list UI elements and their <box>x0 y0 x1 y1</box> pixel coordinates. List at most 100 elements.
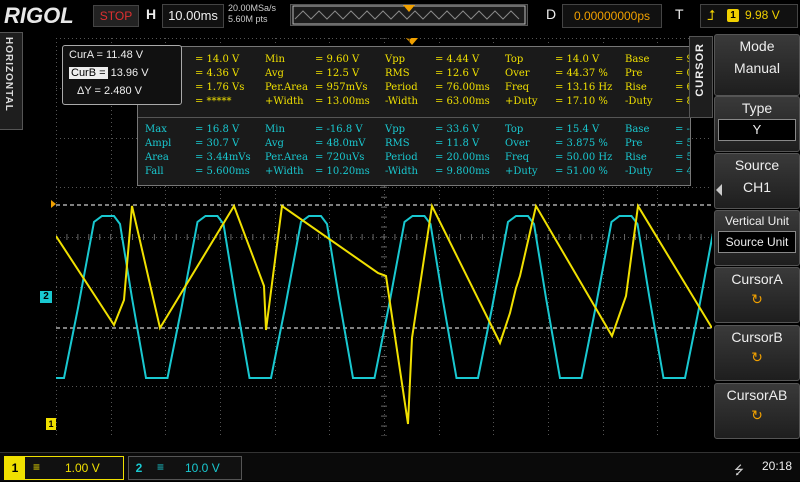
ch1-measure-cell: = 76.00ms <box>435 82 490 93</box>
trigger-time-marker-label: T <box>407 38 412 45</box>
rigol-logo: RIGOL <box>4 3 74 28</box>
ch2-measure-cell: Min <box>265 124 285 135</box>
ch1-measure-cell: Over <box>505 68 530 79</box>
ch1-number: 1 <box>5 457 25 479</box>
ch1-measure-cell: +Width <box>265 96 304 107</box>
trigger-level: 9.98 V <box>745 8 780 22</box>
ch1-measure-cell: = 4.44 V <box>435 54 480 65</box>
ch2-measure-cell: = -15. <box>675 124 690 135</box>
delay-value[interactable]: 0.00000000ps <box>562 4 662 28</box>
ch2-measure-cell: = 33.6 V <box>435 124 480 135</box>
ch2-measure-cell: +Width <box>265 166 304 177</box>
mode-value: Manual <box>734 60 780 76</box>
dc-coupling-icon: ≡ <box>33 460 41 474</box>
ch2-status[interactable]: 2 ≡ 10.0 V <box>128 456 242 480</box>
sample-info: 20.00MSa/s 5.60M pts <box>228 3 276 25</box>
measurement-panel: = 14.0 V Min = 9.60 V Vpp = 4.44 V Top = 14.0 … <box>137 46 691 186</box>
ch1-measure-cell: = 13.16 Hz <box>555 82 613 93</box>
ch1-measure-cell: Period <box>385 82 418 93</box>
ch2-measure-cell: = 9.800ms <box>435 166 490 177</box>
ch2-measure-cell: Area <box>145 152 169 163</box>
ch1-measure-cell: RMS <box>385 68 410 79</box>
sample-rate: 20.00MSa/s <box>228 3 277 13</box>
ch2-measure-cell: = 20.00ms <box>435 152 490 163</box>
trigger-settings[interactable]: ⮥ 1 9.98 V <box>700 4 798 28</box>
memory-overview-strip[interactable] <box>290 4 528 26</box>
cursor-a-row: CurA = 11.48 V <box>69 47 143 63</box>
source-softkey[interactable]: Source CH1 <box>714 153 800 209</box>
ch2-measure-cell: = 51.00 % <box>555 166 608 177</box>
type-value: Y <box>718 119 796 141</box>
ch2-measure-cell: Per.Area <box>265 152 308 163</box>
cursor-b-softkey[interactable]: CursorB ↻ <box>714 325 800 381</box>
ch2-measure-cell: Base <box>625 124 650 135</box>
ch2-number: 2 <box>129 457 149 479</box>
ch2-measure-cell: Pre <box>625 138 643 149</box>
vertical-unit-value: Source Unit <box>718 231 796 253</box>
ch2-measure-cell: = 48.0mV <box>315 138 366 149</box>
cursor-ab-softkey[interactable]: CursorAB ↻ <box>714 383 800 439</box>
ch2-measure-cell: Max <box>145 124 167 135</box>
dc-coupling-icon: ≡ <box>157 460 165 474</box>
ch2-measure-cell: = 16.8 V <box>195 124 240 135</box>
horizontal-label: H <box>146 6 157 22</box>
ch2-measure-cell: Period <box>385 152 418 163</box>
run-stop-indicator[interactable]: STOP <box>93 5 139 27</box>
ch2-measure-cell: Fall <box>145 166 164 177</box>
memory-depth: 5.60M pts <box>228 14 268 24</box>
trigger-label: T <box>675 6 684 22</box>
ch1-scale: 1.00 V <box>65 461 100 475</box>
usb-icon: ⭍ <box>734 463 744 477</box>
ch2-ground-marker[interactable]: 2 <box>40 291 52 303</box>
vertical-unit-label: Vertical Unit <box>724 214 790 228</box>
ch1-measure-cell: Vpp <box>385 54 406 65</box>
ch2-measure-cell: -Duty <box>625 166 653 177</box>
knob-icon: ↻ <box>751 407 763 423</box>
mode-softkey[interactable]: Mode Manual <box>714 34 800 96</box>
source-label: Source <box>734 157 780 173</box>
ch1-measure-cell: = 13.00ms <box>315 96 370 107</box>
type-softkey[interactable]: Type Y <box>714 96 800 152</box>
cursor-delta-label: ΔY = <box>77 85 101 97</box>
ch1-marker-label: 1 <box>48 419 54 429</box>
cursor-readout: CurA = 11.48 V CurB = 13.96 V ΔY = 2.480… <box>62 45 182 105</box>
ch1-measure-cell: = 44.37 % <box>555 68 608 79</box>
ch1-status[interactable]: 1 ≡ 1.00 V <box>4 456 124 480</box>
ch1-measure-cell: Rise <box>625 82 647 93</box>
cursor-menu-tab[interactable]: CURSOR <box>689 36 713 118</box>
left-arrow-icon <box>716 184 722 196</box>
ch1-measure-cell: Min <box>265 54 285 65</box>
ch2-measure-cell: = 50.00 Hz <box>555 152 613 163</box>
knob-icon: ↻ <box>751 291 763 307</box>
ch1-measure-cell: Pre <box>625 68 643 79</box>
ch2-marker-label: 2 <box>43 291 49 302</box>
horizontal-tab[interactable]: HORIZONTAL <box>0 32 23 130</box>
ch2-measure-cell: Freq <box>505 152 530 163</box>
ch1-measure-cell: = 957mVs <box>315 82 368 93</box>
ch1-measure-cell: = 14.0 V <box>195 54 240 65</box>
ch2-measure-cell: = 5.60 <box>675 152 690 163</box>
ch1-ground-marker[interactable]: 1 <box>46 418 56 430</box>
ch1-measure-cell: = 4.36 V <box>195 68 240 79</box>
cursor-delta-value: 2.480 V <box>104 85 142 97</box>
rising-edge-icon: ⮥ <box>707 7 716 23</box>
vertical-unit-softkey[interactable]: Vertical Unit Source Unit <box>714 210 800 266</box>
ch1-measure-cell: Per.Area <box>265 82 308 93</box>
cursor-a-label: CurA = <box>69 49 103 61</box>
ch2-measure-cell: +Duty <box>505 166 538 177</box>
channel-status-bar: 1 ≡ 1.00 V 2 ≡ 10.0 V ⭍ 20:18 <box>0 452 800 481</box>
ch2-measure-cell: = 15.4 V <box>555 124 600 135</box>
trigger-level-marker-icon <box>51 200 56 208</box>
ch1-measure-cell: = 12.5 V <box>315 68 360 79</box>
horizontal-tab-label: HORIZONTAL <box>3 37 14 112</box>
cursor-a-softkey-label: CursorA <box>731 271 783 287</box>
cursor-a-softkey[interactable]: CursorA ↻ <box>714 267 800 323</box>
ch2-scale: 10.0 V <box>185 461 220 475</box>
ch2-measure-cell: = 3.44mVs <box>195 152 251 163</box>
ch2-measure-cell: = 11.8 V <box>435 138 480 149</box>
ch1-measure-cell: = 1.76 Vs <box>195 82 245 93</box>
ch1-measure-cell: = 17.10 % <box>555 96 608 107</box>
trigger-source-badge: 1 <box>727 9 739 22</box>
timebase-value[interactable]: 10.00ms <box>162 4 224 28</box>
knob-icon: ↻ <box>751 349 763 365</box>
